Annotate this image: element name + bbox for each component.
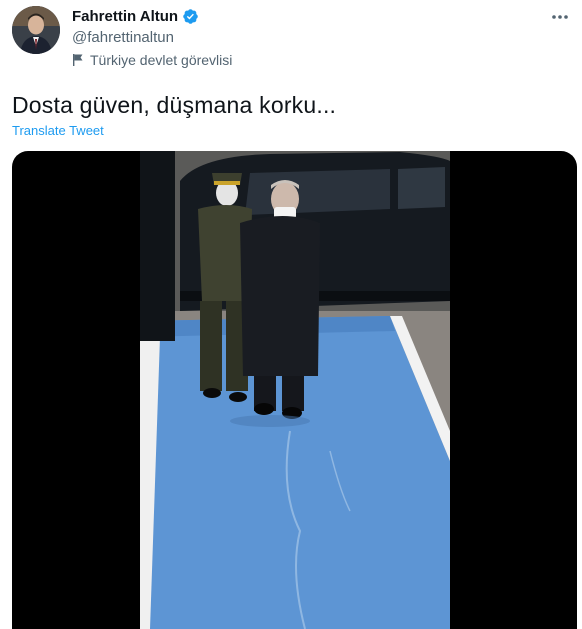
video-frame (140, 151, 450, 629)
more-options-icon (551, 7, 569, 25)
tweet-text: Dosta güven, düşmana korku... (12, 92, 337, 118)
user-handle[interactable]: @fahrettinaltun (72, 29, 174, 46)
translate-tweet-link[interactable]: Translate Tweet (12, 123, 104, 138)
tweet-video[interactable] (12, 151, 577, 629)
avatar[interactable] (12, 6, 60, 54)
display-name[interactable]: Fahrettin Altun (72, 8, 178, 25)
affiliation-label-text: Türkiye devlet görevlisi (90, 52, 233, 68)
affiliation-label: Türkiye devlet görevlisi (72, 52, 232, 68)
verified-badge-icon (182, 8, 199, 25)
profile-photo (12, 6, 60, 54)
more-options-button[interactable] (550, 6, 570, 26)
flag-icon (72, 53, 84, 67)
